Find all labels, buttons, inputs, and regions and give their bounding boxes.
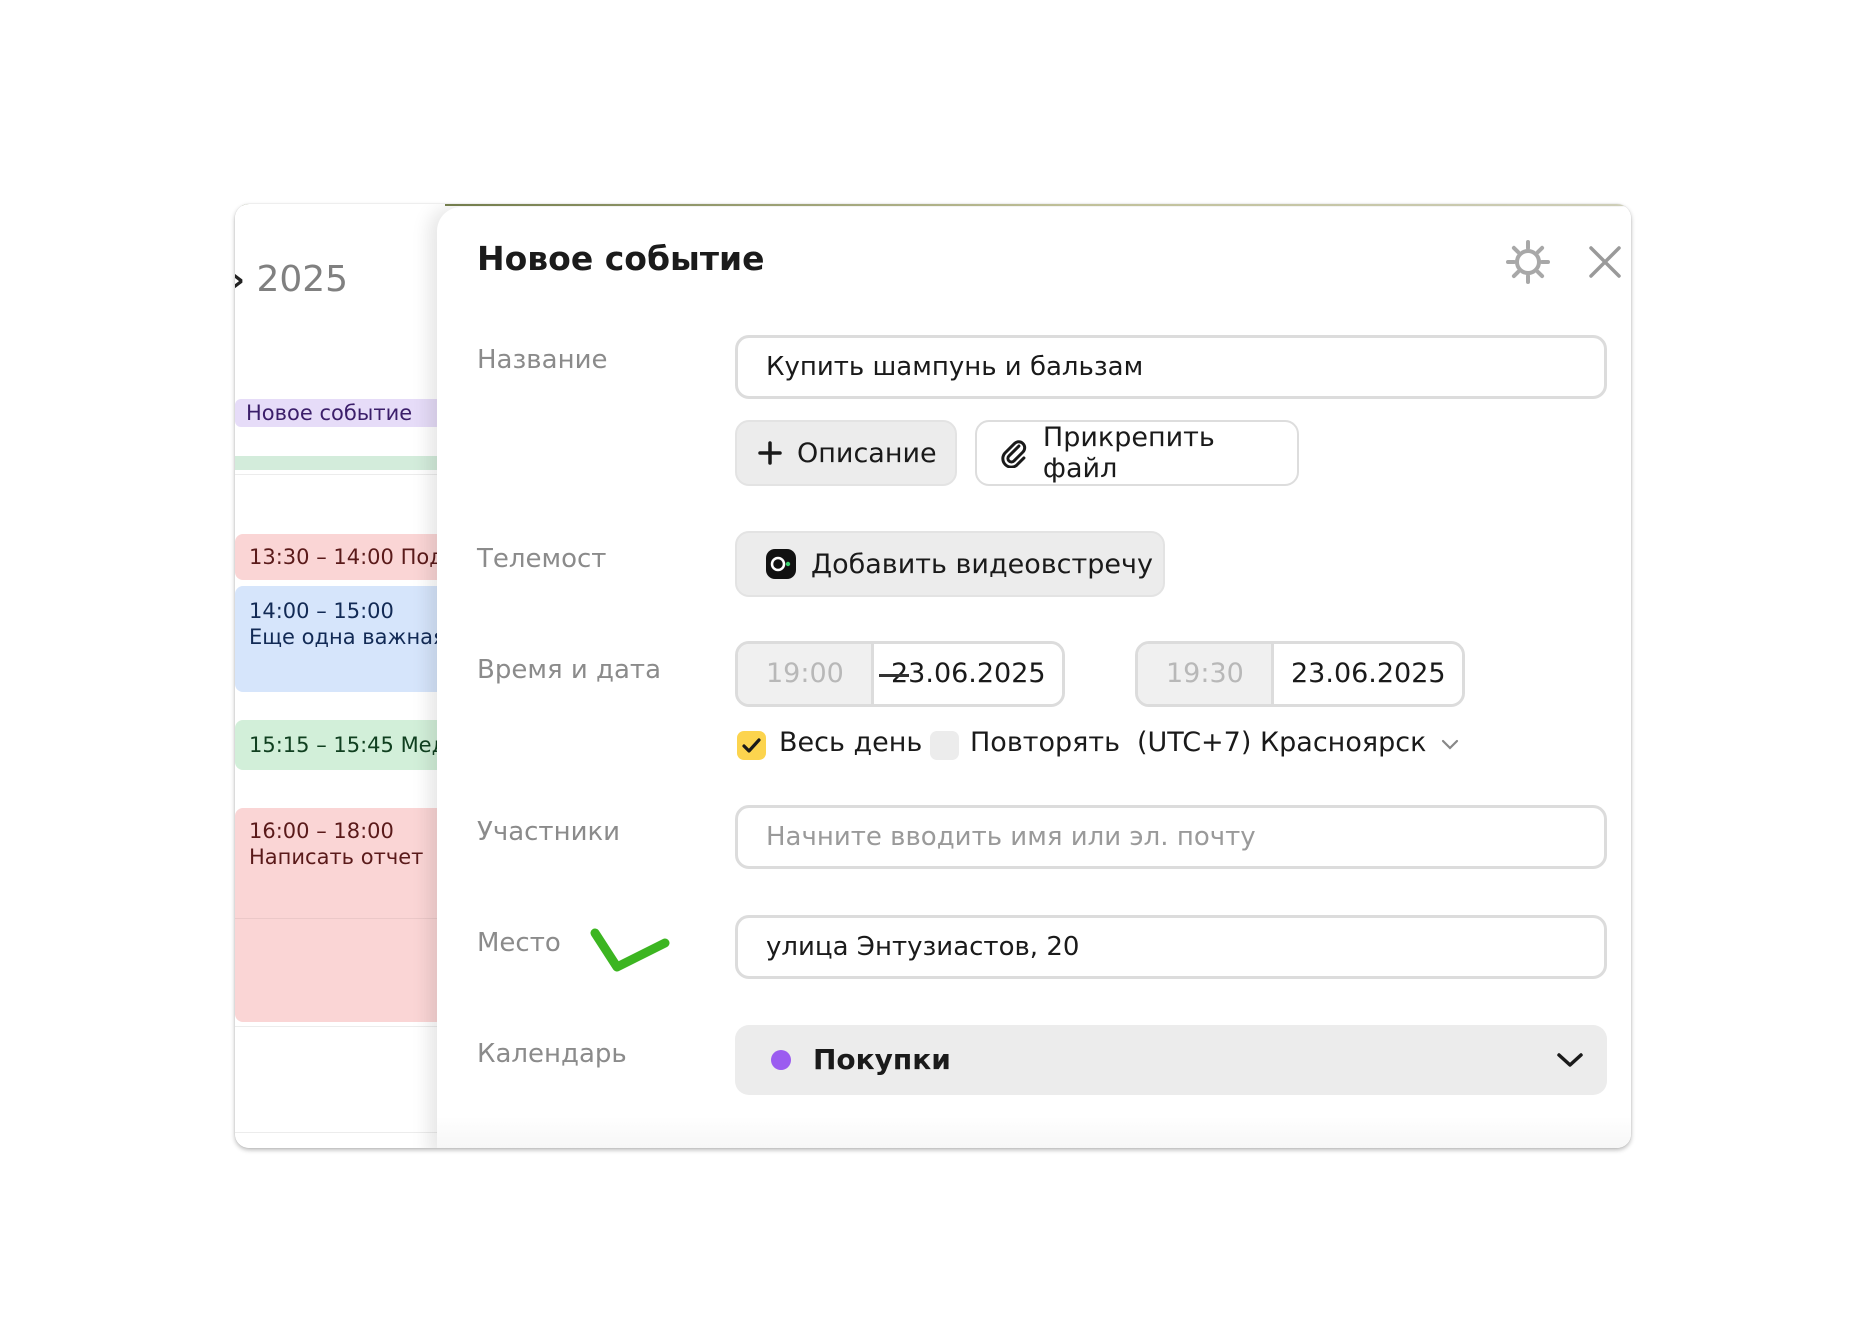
start-time[interactable]: 19:00: [738, 644, 871, 704]
event-title: Написать отчет: [249, 845, 424, 869]
chevron-down-icon: [1557, 1053, 1583, 1067]
all-day-label[interactable]: Весь день: [779, 727, 922, 758]
gear-icon[interactable]: [1505, 239, 1551, 285]
plus-icon: [758, 441, 782, 465]
repeat-label[interactable]: Повторять: [970, 727, 1120, 758]
event-title: Новое событие: [246, 401, 413, 425]
end-datetime-field[interactable]: 19:30 23.06.2025: [1135, 641, 1465, 707]
calendar-event[interactable]: 15:15 – 15:45 Меди: [235, 720, 445, 770]
add-description-button[interactable]: Описание: [735, 420, 957, 486]
calendar-select[interactable]: Покупки: [735, 1025, 1607, 1095]
datetime-label: Время и дата: [477, 655, 662, 685]
name-label: Название: [477, 345, 608, 375]
attach-file-label: Прикрепить файл: [1042, 422, 1215, 484]
checkmark-icon: [742, 738, 761, 753]
calendar-event[interactable]: 16:00 – 18:00 Написать отчет: [235, 808, 445, 1022]
telemost-icon: [766, 549, 796, 579]
participants-label: Участники: [477, 817, 621, 847]
calendar-year: 2025: [256, 259, 349, 300]
event-window: › 2025 Новое событие 13:30 – 14:00 Подго…: [235, 204, 1631, 1148]
repeat-checkbox[interactable]: [930, 731, 959, 760]
calendar-event-new[interactable]: Новое событие: [235, 399, 445, 427]
calendar-label: Календарь: [477, 1039, 627, 1069]
hour-divider: [235, 474, 445, 475]
calendar-event[interactable]: 14:00 – 15:00 Еще одна важная в: [235, 586, 445, 692]
end-date[interactable]: 23.06.2025: [1271, 644, 1462, 704]
calendar-day-column: › 2025 Новое событие 13:30 – 14:00 Подго…: [235, 204, 445, 1148]
participants-input[interactable]: Начните вводить имя или эл. почту: [735, 805, 1607, 869]
timezone-select[interactable]: (UTC+7) Красноярск: [1137, 727, 1459, 758]
place-label: Место: [477, 928, 561, 958]
close-icon[interactable]: [1585, 242, 1625, 282]
calendar-event-stripe[interactable]: [235, 456, 445, 470]
scroll-fade: [437, 1117, 1631, 1148]
new-event-dialog: Новое событие Название Купить шампунь и …: [437, 207, 1631, 1148]
chevron-down-icon: [1441, 739, 1459, 750]
event-time: 14:00 – 15:00: [249, 599, 394, 623]
event-title: 15:15 – 15:45 Меди: [249, 733, 445, 757]
hour-divider: [235, 1026, 445, 1027]
calendar-color-dot: [771, 1050, 791, 1070]
end-time[interactable]: 19:30: [1138, 644, 1271, 704]
range-dash: [879, 674, 909, 677]
place-input[interactable]: улица Энтузиастов, 20: [735, 915, 1607, 979]
add-video-meeting-label: Добавить видеовстречу: [811, 548, 1153, 580]
event-time: 16:00 – 18:00: [249, 819, 394, 843]
event-title: Еще одна важная в: [249, 625, 445, 649]
name-input[interactable]: Купить шампунь и бальзам: [735, 335, 1607, 399]
paperclip-icon: [1001, 440, 1027, 468]
calendar-value: Покупки: [813, 1043, 951, 1076]
month-chevron-icon: ›: [235, 260, 245, 300]
telemost-label: Телемост: [477, 544, 607, 574]
timezone-value: (UTC+7) Красноярск: [1137, 727, 1427, 758]
calendar-event[interactable]: 13:30 – 14:00 Подго: [235, 534, 445, 580]
add-description-label: Описание: [797, 437, 937, 469]
calendar-header: › 2025: [235, 259, 348, 300]
add-video-meeting-button[interactable]: Добавить видеовстречу: [735, 531, 1165, 597]
hour-divider: [235, 1132, 445, 1133]
dialog-title: Новое событие: [477, 239, 765, 278]
checkmark-annotation-icon: [590, 928, 670, 972]
attach-file-button[interactable]: Прикрепить файл: [975, 420, 1299, 486]
all-day-checkbox[interactable]: [737, 731, 766, 760]
hour-divider: [235, 918, 445, 919]
event-title: 13:30 – 14:00 Подго: [249, 545, 445, 569]
